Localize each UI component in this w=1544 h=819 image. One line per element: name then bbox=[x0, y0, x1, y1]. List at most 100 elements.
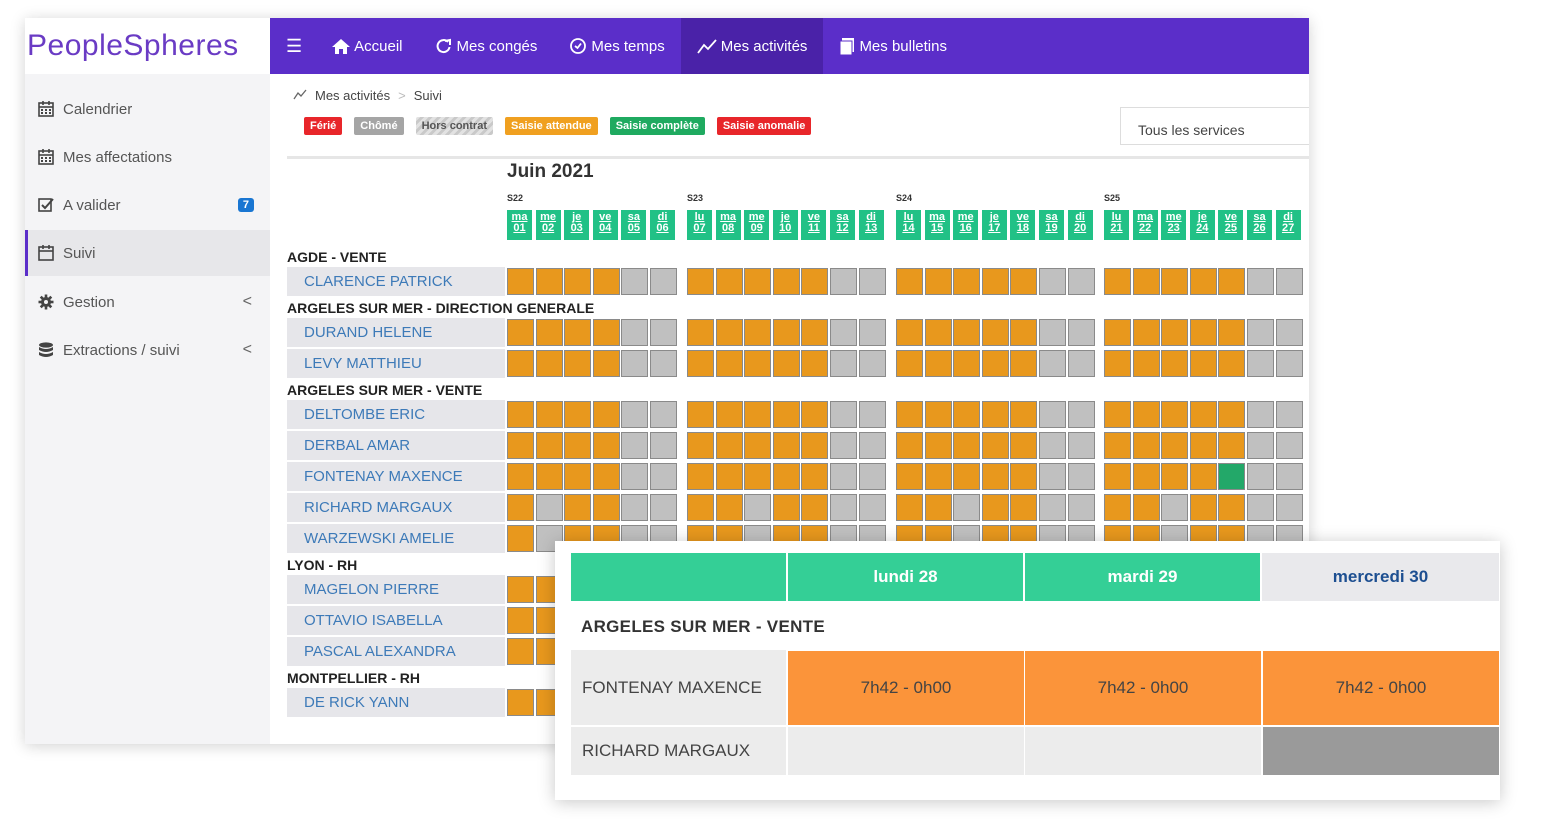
day-header[interactable]: sa 05 bbox=[621, 210, 647, 240]
day-cell[interactable] bbox=[1010, 432, 1038, 459]
day-cell[interactable] bbox=[592, 432, 620, 459]
day-header[interactable]: ve 25 bbox=[1218, 210, 1244, 240]
day-header[interactable]: ma 15 bbox=[924, 210, 950, 240]
day-cell[interactable] bbox=[592, 268, 620, 295]
day-cell[interactable] bbox=[772, 401, 800, 428]
day-cell[interactable] bbox=[1161, 268, 1189, 295]
day-cell[interactable] bbox=[953, 401, 981, 428]
day-cell[interactable] bbox=[1189, 401, 1217, 428]
day-header[interactable]: lu 14 bbox=[896, 210, 921, 240]
menu-toggle-icon[interactable]: ☰ bbox=[270, 36, 316, 57]
day-cell[interactable] bbox=[981, 432, 1009, 459]
day-cell[interactable] bbox=[1189, 319, 1217, 346]
day-cell[interactable] bbox=[1067, 494, 1095, 521]
day-cell[interactable] bbox=[1247, 494, 1274, 521]
popup-time-cell[interactable] bbox=[1263, 727, 1499, 775]
day-cell[interactable] bbox=[896, 319, 923, 346]
service-select[interactable]: Tous les services bbox=[1120, 107, 1309, 145]
popup-time-cell[interactable]: 7h42 - 0h00 bbox=[1263, 651, 1499, 725]
sidebar-item-a-valider[interactable]: A valider 7 bbox=[25, 182, 270, 228]
employee-name[interactable]: WARZEWSKI AMELIE bbox=[287, 524, 505, 553]
day-header[interactable]: me 16 bbox=[953, 210, 979, 240]
employee-name[interactable]: MAGELON PIERRE bbox=[287, 575, 505, 604]
day-cell[interactable] bbox=[1189, 268, 1217, 295]
day-cell[interactable] bbox=[801, 463, 829, 490]
day-cell[interactable] bbox=[1039, 463, 1066, 490]
day-header[interactable]: di 27 bbox=[1275, 210, 1301, 240]
day-cell[interactable] bbox=[650, 401, 677, 428]
day-cell[interactable] bbox=[1067, 463, 1095, 490]
day-cell[interactable] bbox=[1132, 268, 1160, 295]
day-cell[interactable] bbox=[1161, 463, 1189, 490]
sidebar-item-suivi[interactable]: Suivi bbox=[25, 230, 270, 276]
day-cell[interactable] bbox=[1010, 401, 1038, 428]
day-cell[interactable] bbox=[1132, 494, 1160, 521]
day-cell[interactable] bbox=[507, 525, 534, 552]
day-cell[interactable] bbox=[896, 432, 923, 459]
day-cell[interactable] bbox=[1218, 268, 1246, 295]
day-cell[interactable] bbox=[1275, 319, 1303, 346]
sidebar-item-gestion[interactable]: Gestion < bbox=[25, 279, 270, 325]
day-cell[interactable] bbox=[1039, 494, 1066, 521]
day-cell[interactable] bbox=[924, 401, 952, 428]
day-cell[interactable] bbox=[507, 494, 534, 521]
day-cell[interactable] bbox=[1189, 463, 1217, 490]
popup-time-cell[interactable]: 7h42 - 0h00 bbox=[1025, 651, 1261, 725]
day-cell[interactable] bbox=[1247, 401, 1274, 428]
day-cell[interactable] bbox=[981, 268, 1009, 295]
day-cell[interactable] bbox=[507, 401, 534, 428]
day-cell[interactable] bbox=[621, 401, 649, 428]
day-cell[interactable] bbox=[858, 432, 886, 459]
day-header[interactable]: ma 08 bbox=[715, 210, 741, 240]
day-cell[interactable] bbox=[1275, 463, 1303, 490]
day-cell[interactable] bbox=[715, 401, 743, 428]
employee-name[interactable]: DE RICK YANN bbox=[287, 688, 505, 717]
day-cell[interactable] bbox=[744, 319, 772, 346]
day-cell[interactable] bbox=[715, 463, 743, 490]
day-cell[interactable] bbox=[687, 463, 714, 490]
day-cell[interactable] bbox=[1010, 463, 1038, 490]
day-cell[interactable] bbox=[981, 494, 1009, 521]
day-cell[interactable] bbox=[715, 268, 743, 295]
day-cell[interactable] bbox=[896, 350, 923, 377]
day-cell[interactable] bbox=[744, 268, 772, 295]
day-cell[interactable] bbox=[1189, 350, 1217, 377]
day-cell[interactable] bbox=[621, 432, 649, 459]
day-cell[interactable] bbox=[981, 350, 1009, 377]
employee-name[interactable]: PASCAL ALEXANDRA bbox=[287, 637, 505, 666]
day-header[interactable]: je 03 bbox=[564, 210, 590, 240]
day-cell[interactable] bbox=[1218, 463, 1246, 490]
day-cell[interactable] bbox=[592, 319, 620, 346]
sidebar-item-calendrier[interactable]: Calendrier bbox=[25, 86, 270, 132]
day-cell[interactable] bbox=[507, 607, 534, 634]
day-cell[interactable] bbox=[1247, 432, 1274, 459]
day-cell[interactable] bbox=[715, 432, 743, 459]
day-header[interactable]: sa 26 bbox=[1247, 210, 1272, 240]
day-cell[interactable] bbox=[535, 350, 563, 377]
day-cell[interactable] bbox=[1039, 401, 1066, 428]
day-cell[interactable] bbox=[1161, 319, 1189, 346]
day-cell[interactable] bbox=[1132, 432, 1160, 459]
day-cell[interactable] bbox=[564, 463, 592, 490]
day-cell[interactable] bbox=[1104, 401, 1131, 428]
day-cell[interactable] bbox=[1247, 350, 1274, 377]
sidebar-item-extractions[interactable]: Extractions / suivi < bbox=[25, 327, 270, 373]
day-cell[interactable] bbox=[981, 463, 1009, 490]
day-cell[interactable] bbox=[535, 268, 563, 295]
day-cell[interactable] bbox=[1039, 432, 1066, 459]
day-cell[interactable] bbox=[744, 432, 772, 459]
day-cell[interactable] bbox=[1161, 494, 1189, 521]
day-cell[interactable] bbox=[1104, 350, 1131, 377]
employee-name[interactable]: DERBAL AMAR bbox=[287, 431, 505, 460]
breadcrumb-root[interactable]: Mes activités bbox=[315, 88, 390, 103]
logo[interactable]: PeopleSpheres bbox=[25, 18, 270, 74]
day-cell[interactable] bbox=[830, 401, 857, 428]
day-cell[interactable] bbox=[1010, 494, 1038, 521]
day-header[interactable]: lu 21 bbox=[1104, 210, 1129, 240]
day-cell[interactable] bbox=[744, 494, 772, 521]
day-header[interactable]: ve 11 bbox=[801, 210, 827, 240]
day-cell[interactable] bbox=[507, 432, 534, 459]
day-cell[interactable] bbox=[564, 432, 592, 459]
day-cell[interactable] bbox=[858, 350, 886, 377]
day-cell[interactable] bbox=[924, 350, 952, 377]
